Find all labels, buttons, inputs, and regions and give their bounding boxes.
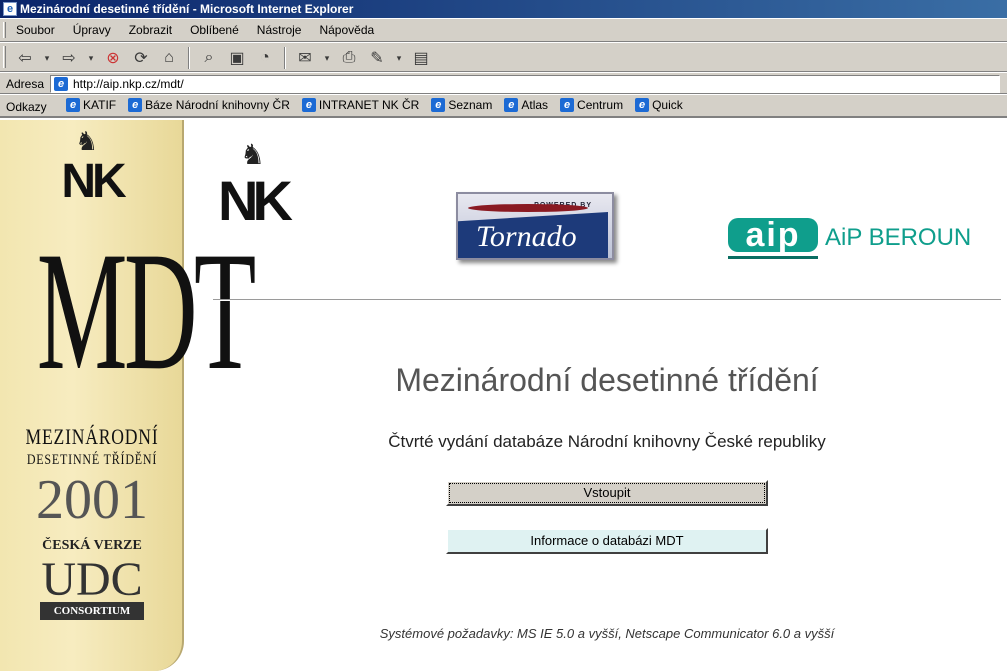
link-quick[interactable]: e Quick [635,98,683,112]
address-input[interactable]: e http://aip.nkp.cz/mdt/ [50,75,1000,93]
mail-dropdown-icon[interactable]: ▾ [322,47,332,69]
ie-icon: e [3,2,17,16]
link-atlas[interactable]: e Atlas [504,98,548,112]
ie-icon: e [301,98,316,112]
toolbar-separator [284,47,286,69]
enter-button[interactable]: Vstoupit [446,480,768,506]
nk-logo-text: NK [218,169,293,232]
aip-logo-box: aip [728,218,818,252]
link-label: Báze Národní knihovny ČR [145,98,290,112]
history-icon[interactable]: ◔ [254,47,276,69]
stop-icon[interactable]: ⊗ [102,47,124,69]
nk-logo[interactable]: ♞ NK [218,138,298,238]
address-label: Adresa [6,77,45,91]
page-title: Mezinárodní desetinné třídění [395,362,819,398]
menu-grip[interactable] [3,22,6,38]
page-icon: e [54,77,68,91]
menu-zobrazit[interactable]: Zobrazit [127,23,174,37]
link-katif[interactable]: e KATIF [66,98,116,112]
link-label: Quick [652,98,683,112]
ie-icon: e [66,98,80,112]
banner-consortium: CONSORTIUM [40,602,144,620]
lion-crest-icon: ♞ [240,139,266,170]
menu-nastroje[interactable]: Nástroje [255,23,304,37]
banner-line2: DESETINNÉ TŘÍDĚNÍ [26,452,158,468]
aip-beroun-logo[interactable]: aip AiP BEROUN [728,218,998,262]
mdt-side-banner: ♞ NK MDT MEZINÁRODNÍ DESETINNÉ TŘÍDĚNÍ 2… [0,120,256,671]
banner-year: 2001 [36,469,148,531]
print-icon[interactable]: ⎙ [338,47,360,69]
discuss-icon[interactable]: ▤ [410,47,432,69]
address-bar: Adresa e http://aip.nkp.cz/mdt/ [0,72,1007,94]
menu-soubor[interactable]: Soubor [14,23,57,37]
header-divider [213,299,1001,301]
link-label: Atlas [521,98,549,112]
ie-icon: e [560,98,575,112]
standard-toolbar: ⇦ ▾ ⇨ ▾ ⊗ ⟳ ⌂ ⌕ ▣ ◔ ✉ ▾ ⎙ ✎ ▾ ▤ [0,42,1007,72]
ie-icon: e [504,98,519,112]
ie-icon: e [635,98,650,112]
home-icon[interactable]: ⌂ [158,47,180,69]
banner-line1: MEZINÁRODNÍ [25,424,159,449]
link-label: Seznam [448,98,493,112]
favorites-icon[interactable]: ▣ [226,47,248,69]
system-requirements: Systémové požadavky: MS IE 5.0 a vyšší, … [379,626,835,641]
menu-upravy[interactable]: Úpravy [71,23,113,37]
links-bar: Odkazy e KATIF e Báze Národní knihovny ČR … [0,94,1007,118]
forward-icon[interactable]: ⇨ [58,47,80,69]
link-label: Centrum [577,98,624,112]
aip-underline [728,256,818,259]
page-content: ♞ NK MDT MEZINÁRODNÍ DESETINNÉ TŘÍDĚNÍ 2… [0,120,1007,671]
ie-icon: e [128,98,143,112]
menu-napoveda[interactable]: Nápověda [317,23,376,37]
window-title: Mezinárodní desetinné třídění - Microsof… [20,2,354,16]
link-centrum[interactable]: e Centrum [560,98,623,112]
edit-icon[interactable]: ✎ [366,47,388,69]
tornado-logo[interactable]: POWERED BY Tornado [456,192,614,260]
link-label: KATIF [83,98,117,112]
link-label: INTRANET NK ČR [318,98,420,112]
banner-mdt: MDT [36,217,256,405]
links-label: Odkazy [6,100,47,114]
toolbar-separator [188,47,190,69]
edit-dropdown-icon[interactable]: ▾ [394,47,404,69]
tornado-wordmark: Tornado [458,212,608,258]
mail-icon[interactable]: ✉ [294,47,316,69]
address-url: http://aip.nkp.cz/mdt/ [73,77,184,91]
aip-logo-name: AiP BEROUN [825,224,972,251]
back-icon[interactable]: ⇦ [14,47,36,69]
menu-oblibene[interactable]: Oblíbené [188,23,241,37]
lion-crest-icon: ♞ [75,126,99,156]
search-icon[interactable]: ⌕ [198,47,220,69]
ie-icon: e [431,98,446,112]
link-baze[interactable]: e Báze Národní knihovny ČR [128,98,290,112]
menu-bar: Soubor Úpravy Zobrazit Oblíbené Nástroje… [0,18,1007,42]
link-seznam[interactable]: e Seznam [431,98,492,112]
refresh-icon[interactable]: ⟳ [130,47,152,69]
toolbar-grip[interactable] [3,46,6,68]
back-dropdown-icon[interactable]: ▾ [42,47,52,69]
banner-nk: NK [61,155,126,208]
link-intranet[interactable]: e INTRANET NK ČR [301,98,420,112]
tornado-swoosh [468,204,588,212]
window-title-bar[interactable]: e Mezinárodní desetinné třídění - Micros… [0,0,1007,18]
banner-udc: UDC [41,553,143,606]
forward-dropdown-icon[interactable]: ▾ [86,47,96,69]
page-subtitle: Čtvrté vydání databáze Národní knihovny … [388,432,826,451]
database-info-button[interactable]: Informace o databázi MDT [446,528,768,554]
